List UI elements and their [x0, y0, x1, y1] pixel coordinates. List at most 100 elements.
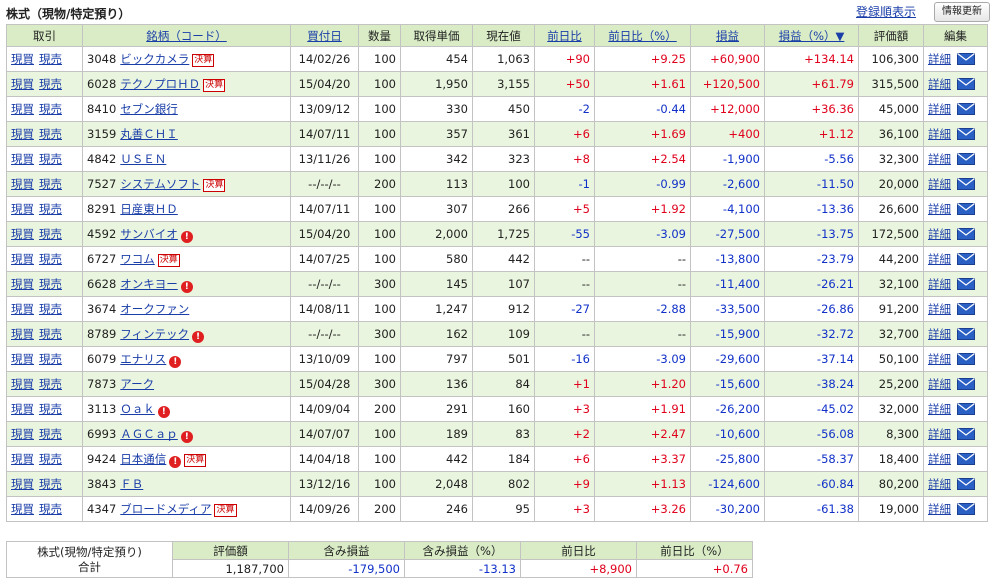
- mail-icon[interactable]: [957, 328, 975, 340]
- stock-name-link[interactable]: ＦＢ: [120, 477, 143, 491]
- detail-link[interactable]: 詳細: [928, 227, 951, 241]
- detail-link[interactable]: 詳細: [928, 77, 951, 91]
- col-buy-date[interactable]: 買付日: [290, 24, 359, 47]
- stock-name-link[interactable]: システムソフト: [120, 177, 200, 191]
- buy-link[interactable]: 現買: [11, 427, 34, 441]
- detail-link[interactable]: 詳細: [928, 302, 951, 316]
- col-name[interactable]: 銘柄（コード）: [82, 24, 291, 47]
- mail-icon[interactable]: [957, 53, 975, 65]
- earnings-badge[interactable]: 決算: [157, 254, 180, 267]
- sell-link[interactable]: 現売: [39, 427, 62, 441]
- mail-icon[interactable]: [957, 453, 975, 465]
- mail-icon[interactable]: [957, 403, 975, 415]
- buy-link[interactable]: 現買: [11, 327, 34, 341]
- stock-name-link[interactable]: ビックカメラ: [120, 52, 189, 66]
- alert-icon[interactable]: !: [180, 430, 193, 443]
- buy-link[interactable]: 現買: [11, 277, 34, 291]
- detail-link[interactable]: 詳細: [928, 377, 951, 391]
- buy-link[interactable]: 現買: [11, 402, 34, 416]
- detail-link[interactable]: 詳細: [928, 402, 951, 416]
- buy-link[interactable]: 現買: [11, 352, 34, 366]
- stock-name-link[interactable]: サンバイオ: [120, 227, 178, 241]
- detail-link[interactable]: 詳細: [928, 127, 951, 141]
- buy-link[interactable]: 現買: [11, 177, 34, 191]
- sell-link[interactable]: 現売: [39, 252, 62, 266]
- sell-link[interactable]: 現売: [39, 102, 62, 116]
- buy-link[interactable]: 現買: [11, 477, 34, 491]
- mail-icon[interactable]: [957, 378, 975, 390]
- buy-link[interactable]: 現買: [11, 377, 34, 391]
- mail-icon[interactable]: [957, 503, 975, 515]
- refresh-button[interactable]: 情報更新: [934, 2, 990, 22]
- stock-name-link[interactable]: テクノプロＨＤ: [120, 77, 200, 91]
- sell-link[interactable]: 現売: [39, 127, 62, 141]
- buy-link[interactable]: 現買: [11, 502, 34, 516]
- mail-icon[interactable]: [957, 278, 975, 290]
- sell-link[interactable]: 現売: [39, 177, 62, 191]
- buy-link[interactable]: 現買: [11, 52, 34, 66]
- detail-link[interactable]: 詳細: [928, 152, 951, 166]
- mail-icon[interactable]: [957, 228, 975, 240]
- alert-icon[interactable]: !: [157, 405, 170, 418]
- sell-link[interactable]: 現売: [39, 277, 62, 291]
- stock-name-link[interactable]: 丸善ＣＨＩ: [120, 127, 178, 141]
- mail-icon[interactable]: [957, 203, 975, 215]
- sell-link[interactable]: 現売: [39, 302, 62, 316]
- sell-link[interactable]: 現売: [39, 227, 62, 241]
- col-name-sort-link[interactable]: 銘柄（コード）: [146, 29, 227, 43]
- mail-icon[interactable]: [957, 478, 975, 490]
- stock-name-link[interactable]: ブロードメディア: [120, 502, 211, 516]
- alert-icon[interactable]: !: [180, 230, 193, 243]
- col-pl-pct[interactable]: 損益（%）▼: [764, 24, 859, 47]
- detail-link[interactable]: 詳細: [928, 352, 951, 366]
- mail-icon[interactable]: [957, 303, 975, 315]
- detail-link[interactable]: 詳細: [928, 252, 951, 266]
- buy-link[interactable]: 現買: [11, 452, 34, 466]
- sell-link[interactable]: 現売: [39, 377, 62, 391]
- mail-icon[interactable]: [957, 103, 975, 115]
- sell-link[interactable]: 現売: [39, 152, 62, 166]
- buy-link[interactable]: 現買: [11, 127, 34, 141]
- col-pl[interactable]: 損益: [690, 24, 765, 47]
- buy-link[interactable]: 現買: [11, 302, 34, 316]
- detail-link[interactable]: 詳細: [928, 52, 951, 66]
- alert-icon[interactable]: !: [169, 355, 182, 368]
- stock-name-link[interactable]: アーク: [120, 377, 154, 391]
- mail-icon[interactable]: [957, 353, 975, 365]
- mail-icon[interactable]: [957, 153, 975, 165]
- buy-link[interactable]: 現買: [11, 77, 34, 91]
- sell-link[interactable]: 現売: [39, 327, 62, 341]
- col-buy-date-sort-link[interactable]: 買付日: [307, 29, 342, 43]
- detail-link[interactable]: 詳細: [928, 327, 951, 341]
- earnings-badge[interactable]: 決算: [203, 179, 226, 192]
- buy-link[interactable]: 現買: [11, 152, 34, 166]
- mail-icon[interactable]: [957, 78, 975, 90]
- stock-name-link[interactable]: 日産東ＨＤ: [120, 202, 178, 216]
- earnings-badge[interactable]: 決算: [214, 504, 237, 517]
- stock-name-link[interactable]: フィンテック: [120, 327, 189, 341]
- mail-icon[interactable]: [957, 428, 975, 440]
- stock-name-link[interactable]: ワコム: [120, 252, 155, 266]
- detail-link[interactable]: 詳細: [928, 202, 951, 216]
- sell-link[interactable]: 現売: [39, 352, 62, 366]
- sell-link[interactable]: 現売: [39, 52, 62, 66]
- detail-link[interactable]: 詳細: [928, 102, 951, 116]
- detail-link[interactable]: 詳細: [928, 177, 951, 191]
- detail-link[interactable]: 詳細: [928, 277, 951, 291]
- earnings-badge[interactable]: 決算: [184, 453, 207, 467]
- buy-link[interactable]: 現買: [11, 252, 34, 266]
- alert-icon[interactable]: !: [180, 280, 193, 293]
- detail-link[interactable]: 詳細: [928, 502, 951, 516]
- col-change-sort-link[interactable]: 前日比: [547, 29, 582, 43]
- buy-link[interactable]: 現買: [11, 227, 34, 241]
- col-change[interactable]: 前日比: [534, 24, 595, 47]
- mail-icon[interactable]: [957, 128, 975, 140]
- sell-link[interactable]: 現売: [39, 402, 62, 416]
- col-pl-pct-sort-link[interactable]: 損益（%）▼: [779, 29, 845, 43]
- detail-link[interactable]: 詳細: [928, 427, 951, 441]
- alert-icon[interactable]: !: [169, 455, 182, 468]
- col-change-pct[interactable]: 前日比（%）: [594, 24, 691, 47]
- mail-icon[interactable]: [957, 253, 975, 265]
- alert-icon[interactable]: !: [192, 330, 205, 343]
- registration-order-link[interactable]: 登録順表示: [856, 3, 916, 20]
